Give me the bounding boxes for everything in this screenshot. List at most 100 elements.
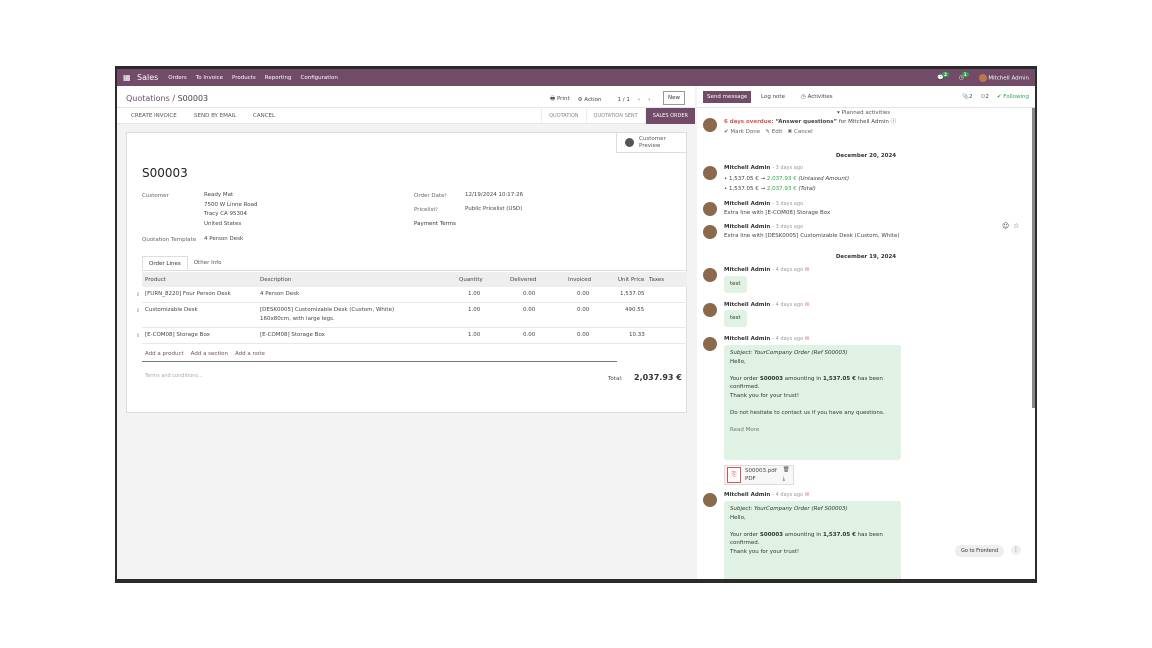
menu-reporting[interactable]: Reporting	[265, 75, 292, 81]
activities-button[interactable]: ◷ Activities	[801, 94, 833, 100]
col-unit-price[interactable]: Unit Price	[618, 277, 644, 283]
payment-terms-label: Payment Terms	[414, 221, 457, 227]
print-button[interactable]: 🖶 Print	[550, 95, 570, 104]
followers-button[interactable]: ⚇2	[980, 94, 988, 100]
lines-table-header: Product Description Quantity Delivered I…	[142, 272, 687, 287]
table-row[interactable]: ⇕ [E-COM08] Storage Box [E-COM08] Storag…	[136, 328, 687, 344]
status-quotation-sent[interactable]: QUOTATION SENT	[585, 108, 645, 124]
user-menu[interactable]: Mitchell Admin	[978, 73, 1029, 82]
messages-badge: 2	[942, 71, 949, 77]
pager-next-icon[interactable]: ›	[648, 97, 650, 103]
message-body: Extra line with [DESK0005] Customizable …	[724, 233, 900, 239]
status-steps: QUOTATION QUOTATION SENT SALES ORDER	[541, 108, 695, 124]
line-invoiced: 0.00	[577, 291, 590, 297]
cancel-activity-button[interactable]: ✖ Cancel	[788, 129, 813, 135]
apps-menu-icon[interactable]: ▦	[123, 73, 137, 82]
col-taxes[interactable]: Taxes	[649, 277, 664, 283]
order-date-field[interactable]: 12/19/2024 10:17:26	[465, 191, 523, 201]
messaging-icon[interactable]: 💬2	[937, 71, 951, 81]
drag-handle-icon[interactable]: ⇕	[136, 308, 140, 314]
pricelist-field[interactable]: Public Pricelist (USD)	[465, 205, 522, 215]
message-bubble: test	[724, 276, 747, 293]
col-quantity[interactable]: Quantity	[459, 277, 483, 283]
mark-done-button[interactable]: ✔ Mark Done	[724, 129, 760, 135]
email-subject: Subject: YourCompany Order (Ref S00003)	[730, 350, 848, 356]
col-description[interactable]: Description	[260, 277, 291, 283]
line-product: Customizable Desk	[145, 307, 198, 313]
attachment-card[interactable]: ⎘ S00003.pdf PDF 🗑 ⤓	[724, 465, 794, 485]
activity-clock-icon[interactable]: ◷1	[959, 71, 971, 81]
pricelist-label: Pricelist?	[414, 207, 438, 213]
drag-handle-icon[interactable]: ⇕	[136, 333, 140, 339]
send-by-email-button[interactable]: SEND BY EMAIL	[194, 113, 236, 119]
avatar	[703, 337, 717, 351]
drag-handle-icon[interactable]: ⇕	[136, 292, 140, 298]
message-author: Mitchell Admin - 3 days ago	[724, 224, 804, 230]
add-product-link[interactable]: Add a product	[145, 351, 184, 357]
more-options-icon[interactable]: ⋮	[1011, 545, 1021, 555]
menu-products[interactable]: Products	[232, 75, 256, 81]
table-row[interactable]: ⇕ [FURN_8220] Four Person Desk 4 Person …	[136, 287, 687, 303]
terms-input[interactable]: Terms and conditions...	[145, 373, 203, 379]
app-name[interactable]: Sales	[137, 73, 158, 82]
total-label: Total:	[608, 376, 623, 382]
activity-assignee: for Mitchell Admin	[838, 119, 889, 125]
create-invoice-button[interactable]: CREATE INVOICE	[131, 113, 177, 119]
col-delivered[interactable]: Delivered	[510, 277, 536, 283]
customer-preview-button[interactable]: Customer Preview	[616, 133, 686, 153]
tab-order-lines[interactable]: Order Lines	[142, 256, 188, 270]
line-product: [E-COM08] Storage Box	[145, 332, 210, 338]
activity-title: “Answer questions”	[775, 119, 838, 125]
new-button[interactable]: New	[663, 91, 685, 105]
col-invoiced[interactable]: Invoiced	[568, 277, 591, 283]
line-unit-price: 1,537.05	[620, 291, 645, 297]
control-panel: Quotations / S00003 🖶 Print ⚙ Action 1 /…	[117, 86, 695, 108]
status-quotation[interactable]: QUOTATION	[541, 108, 585, 124]
navbar-systray: 💬2 ◷1 Mitchell Admin	[929, 71, 1029, 82]
add-section-link[interactable]: Add a section	[191, 351, 228, 357]
tracking-values: • 1,537.05 € → 2,037.93 € (Untaxed Amoun…	[724, 174, 849, 194]
quotation-template-field[interactable]: 4 Person Desk	[204, 235, 243, 245]
pager-prev-icon[interactable]: ‹	[638, 97, 640, 103]
required-mark: ?	[444, 193, 447, 198]
status-sales-order[interactable]: SALES ORDER	[644, 108, 695, 124]
emoji-icon[interactable]: ☺	[1002, 222, 1009, 230]
following-button[interactable]: ✔ Following	[997, 94, 1029, 100]
pager-value[interactable]: 1 / 1	[618, 97, 630, 103]
quotation-template-label: Quotation Template	[142, 237, 197, 243]
menu-to-invoice[interactable]: To Invoice	[196, 75, 223, 81]
user-avatar	[978, 73, 987, 82]
activity-actions: ✔ Mark Done ✎ Edit ✖ Cancel	[724, 127, 813, 137]
star-icon[interactable]: ☆	[1013, 222, 1019, 230]
go-to-frontend-button[interactable]: Go to Frontend	[955, 545, 1005, 557]
send-message-button[interactable]: Send message	[703, 91, 752, 103]
tab-other-info[interactable]: Other Info	[188, 256, 228, 270]
line-quantity: 1.00	[468, 307, 481, 313]
trash-icon[interactable]: 🗑	[783, 466, 790, 475]
table-scrollbar[interactable]	[142, 361, 617, 362]
line-product: [FURN_8220] Four Person Desk	[145, 291, 231, 297]
table-row[interactable]: ⇕ Customizable Desk [DESK0005] Customiza…	[136, 303, 687, 328]
line-delivered: 0.00	[523, 307, 536, 313]
menu-configuration[interactable]: Configuration	[301, 75, 338, 81]
action-button[interactable]: ⚙ Action	[578, 97, 602, 103]
download-icon[interactable]: ⤓	[783, 475, 790, 484]
menu-orders[interactable]: Orders	[168, 75, 187, 81]
email-body: Your order S00003 amounting in 1,537.05 …	[730, 375, 883, 391]
info-icon[interactable]: ⓘ	[891, 119, 897, 125]
add-note-link[interactable]: Add a note	[235, 351, 265, 357]
order-number: S00003	[142, 166, 188, 180]
read-more-link[interactable]: Read More	[730, 427, 759, 433]
edit-activity-button[interactable]: ✎ Edit	[765, 129, 782, 135]
col-product[interactable]: Product	[145, 277, 166, 283]
email-subject: Subject: YourCompany Order (Ref S00003)	[730, 506, 848, 512]
line-invoiced: 0.00	[577, 332, 590, 338]
customer-city: Tracy CA 95304	[204, 211, 248, 217]
log-note-button[interactable]: Log note	[761, 94, 785, 100]
breadcrumb-quotations[interactable]: Quotations	[126, 94, 170, 103]
planned-activities-toggle[interactable]: ▾ Planned activities	[837, 110, 890, 116]
customer-field[interactable]: Ready Mat 7500 W Linne Road Tracy CA 953…	[204, 191, 257, 229]
cancel-order-button[interactable]: CANCEL	[253, 113, 275, 119]
attachments-button[interactable]: 📎2	[962, 94, 972, 100]
email-bubble: Subject: YourCompany Order (Ref S00003) …	[724, 501, 901, 579]
